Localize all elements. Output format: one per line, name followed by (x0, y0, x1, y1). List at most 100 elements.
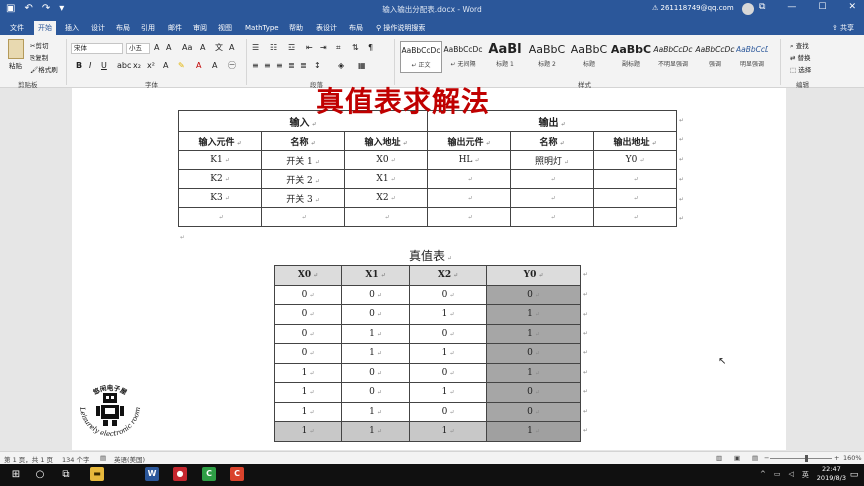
tab-mailings[interactable]: 邮件 (164, 21, 186, 35)
justify-icon[interactable]: ≣ (288, 61, 295, 71)
table-cell[interactable]: 1 ↵ (341, 421, 410, 442)
multilevel-list-icon[interactable]: ☲ (288, 43, 295, 53)
shading-icon[interactable]: ◈ (338, 61, 344, 71)
windows-start-icon[interactable]: ⊞ (8, 467, 24, 483)
table-cell[interactable]: 0 ↵ (409, 284, 487, 305)
tab-design[interactable]: 设计 (87, 21, 109, 35)
table-cell[interactable]: 1 ↵ (486, 304, 581, 325)
column-header[interactable]: 输入地址 ↵ (344, 131, 428, 151)
word-app-icon[interactable]: W (145, 467, 159, 481)
table-cell[interactable]: X2 ↵ (344, 188, 428, 208)
web-layout-icon[interactable]: ▤ (752, 454, 758, 462)
font-color-icon[interactable]: A (196, 61, 201, 71)
green-app-icon[interactable]: C (202, 467, 216, 481)
column-header[interactable]: 输出地址 ↵ (593, 131, 677, 151)
file-explorer-icon[interactable]: ▬ (90, 467, 104, 481)
volume-icon[interactable]: ◁ (789, 470, 794, 480)
column-header[interactable]: X2 ↵ (409, 265, 487, 286)
table-cell[interactable]: 0 ↵ (486, 401, 581, 422)
task-view-icon[interactable]: ⧉ (58, 467, 74, 483)
paste-button[interactable]: 粘贴 (9, 60, 22, 70)
table-cell[interactable]: 1 ↵ (341, 323, 410, 344)
account-name[interactable]: ⚠ 261118749@qq.com (652, 4, 734, 12)
table-cell[interactable]: 1 ↵ (274, 401, 342, 422)
table-cell[interactable]: 照明灯 ↵ (510, 150, 594, 170)
cut-button[interactable]: ✂剪切 (30, 40, 48, 50)
align-left-icon[interactable]: ≡ (252, 61, 259, 71)
read-mode-icon[interactable]: ▥ (716, 454, 722, 462)
tab-review[interactable]: 审阅 (189, 21, 211, 35)
align-right-icon[interactable]: ≡ (276, 61, 283, 71)
search-icon[interactable]: ○ (32, 467, 48, 483)
enclose-char-icon[interactable]: ㊀ (228, 61, 236, 71)
truth-table-caption[interactable]: 真值表 ↵ (409, 247, 452, 264)
table-cell[interactable]: 0 ↵ (486, 382, 581, 403)
table-cell[interactable]: 1 ↵ (341, 401, 410, 422)
style-heading-1[interactable]: AaBl 标题 1 (484, 41, 526, 73)
table-cell[interactable]: 开关 3 ↵ (261, 188, 345, 208)
table-cell[interactable]: 1 ↵ (409, 382, 487, 403)
media-app-icon[interactable]: ● (173, 467, 187, 481)
sort-icon[interactable]: ⇅ (352, 43, 359, 53)
table-cell[interactable]: ↵ (427, 207, 511, 227)
table-cell[interactable]: 0 ↵ (409, 401, 487, 422)
column-header[interactable]: 输出元件 ↵ (427, 131, 511, 151)
table-cell[interactable]: 1 ↵ (409, 421, 487, 442)
text-effects-icon[interactable]: A (163, 61, 168, 71)
table-cell[interactable]: ↵ (510, 169, 594, 189)
table-cell[interactable]: 0 ↵ (409, 323, 487, 344)
column-header[interactable]: X1 ↵ (341, 265, 410, 286)
find-button[interactable]: ⌕ 查找 (790, 40, 809, 51)
highlight-icon[interactable]: ✎ (178, 61, 185, 71)
shrink-font-icon[interactable]: A (166, 43, 171, 53)
column-header[interactable]: 名称 ↵ (510, 131, 594, 151)
table-cell[interactable]: 1 ↵ (409, 304, 487, 325)
table-cell[interactable]: 0 ↵ (274, 304, 342, 325)
font-size-select[interactable]: 小五 (126, 43, 150, 54)
tab-home[interactable]: 开始 (34, 21, 56, 35)
tab-help[interactable]: 帮助 (285, 21, 307, 35)
table-cell[interactable]: 1 ↵ (341, 343, 410, 364)
column-header[interactable]: X0 ↵ (274, 265, 342, 286)
tab-table-layout[interactable]: 布局 (345, 21, 367, 35)
table-cell[interactable]: ↵ (510, 207, 594, 227)
table-cell[interactable]: X1 ↵ (344, 169, 428, 189)
distributed-icon[interactable]: ≣ (300, 61, 307, 71)
recorder-app-icon[interactable]: C (230, 467, 244, 481)
table-cell[interactable]: ↵ (510, 188, 594, 208)
table-cell[interactable]: 开关 2 ↵ (261, 169, 345, 189)
table-cell[interactable]: 1 ↵ (274, 362, 342, 383)
table-cell[interactable]: 1 ↵ (409, 343, 487, 364)
maximize-icon[interactable]: ☐ (818, 2, 826, 12)
style-normal[interactable]: AaBbCcDc ↵ 正文 (400, 41, 442, 73)
style-intense-emphasis[interactable]: AaBbCcDc 明显强调 (736, 41, 768, 73)
print-layout-icon[interactable]: ▣ (734, 454, 740, 462)
clear-format-icon[interactable]: A (200, 43, 205, 53)
table-cell[interactable]: ↵ (427, 188, 511, 208)
tab-layout[interactable]: 布局 (112, 21, 134, 35)
language-indicator[interactable]: 英语(美国) (114, 454, 145, 464)
tab-file[interactable]: 文件 (6, 21, 28, 35)
tab-insert[interactable]: 插入 (61, 21, 83, 35)
column-header[interactable]: Y0 ↵ (486, 265, 581, 286)
style-heading-2[interactable]: AaBbC 标题 2 (526, 41, 568, 73)
replace-button[interactable]: ⇄ 替换 (790, 52, 811, 62)
align-center-icon[interactable]: ≡ (264, 61, 271, 71)
increase-indent-icon[interactable]: ⇥ (320, 43, 327, 53)
strikethrough-icon[interactable]: abc (117, 61, 131, 71)
table-cell[interactable]: 0 ↵ (274, 323, 342, 344)
tell-me-search[interactable]: ⚲ 操作说明搜索 (376, 21, 425, 35)
tab-references[interactable]: 引用 (137, 21, 159, 35)
superscript-icon[interactable]: x² (147, 61, 155, 71)
table-cell[interactable]: 0 ↵ (486, 284, 581, 305)
column-header[interactable]: 输入元件 ↵ (178, 131, 262, 151)
share-button[interactable]: ⇪ 共享 (832, 21, 854, 35)
table-cell[interactable]: ↵ (344, 207, 428, 227)
table-cell[interactable]: ↵ (427, 169, 511, 189)
proofing-icon[interactable]: ▤ (100, 454, 106, 462)
table-cell[interactable]: ↵ (593, 188, 677, 208)
table-cell[interactable]: 0 ↵ (341, 382, 410, 403)
table-cell[interactable]: 0 ↵ (341, 304, 410, 325)
grow-font-icon[interactable]: A (154, 43, 159, 53)
chinese-layout-icon[interactable]: ⌗ (336, 43, 341, 53)
